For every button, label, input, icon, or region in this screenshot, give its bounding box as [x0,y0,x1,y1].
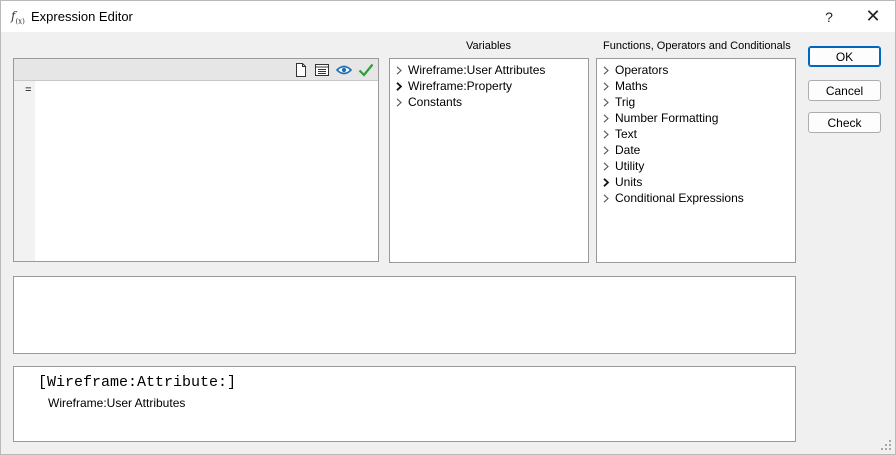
chevron-right-icon[interactable] [603,190,613,206]
chevron-right-bold-icon[interactable] [603,174,613,190]
tree-item-utility[interactable]: Utility [597,158,795,174]
tree-item-label: Maths [615,79,648,93]
tree-item-label: Number Formatting [615,111,719,125]
ok-button[interactable]: OK [808,46,881,67]
chevron-right-icon[interactable] [603,158,613,174]
functions-tree[interactable]: Operators Maths Trig Number Formatting Text D… [596,58,796,263]
chevron-right-bold-icon[interactable] [396,78,406,94]
chevron-right-icon[interactable] [603,126,613,142]
help-panel: [Wireframe:Attribute:] Wireframe:User At… [13,366,796,442]
tree-item-operators[interactable]: Operators [597,62,795,78]
editor-toolbar [14,59,378,81]
result-panel [13,276,796,354]
tree-item-label: Wireframe:User Attributes [408,63,546,77]
tree-item-units[interactable]: Units [597,174,795,190]
help-button[interactable]: ? [809,1,849,32]
eye-icon[interactable] [335,61,353,79]
tree-item-label: Date [615,143,641,157]
cancel-button[interactable]: Cancel [808,80,881,101]
tree-item-text[interactable]: Text [597,126,795,142]
new-document-icon[interactable] [292,61,310,79]
expression-text[interactable]: = [25,85,32,97]
resize-grip-icon[interactable] [880,439,892,451]
tree-item-constants[interactable]: Constants [390,94,588,110]
tree-item-label: Conditional Expressions [615,191,744,205]
list-view-icon[interactable] [313,61,331,79]
chevron-right-icon[interactable] [396,62,406,78]
tree-item-number-formatting[interactable]: Number Formatting [597,110,795,126]
chevron-right-icon[interactable] [603,62,613,78]
chevron-right-icon[interactable] [603,94,613,110]
expression-editor-window: f(x) Expression Editor ? ✕ = Variables W… [0,0,896,455]
window-title: Expression Editor [31,9,133,24]
tree-item-label: Wireframe:Property [408,79,513,93]
chevron-right-icon[interactable] [603,78,613,94]
tree-item-maths[interactable]: Maths [597,78,795,94]
help-description: Wireframe:User Attributes [48,396,186,410]
function-icon: f(x) [11,9,25,26]
tree-item-trig[interactable]: Trig [597,94,795,110]
functions-label: Functions, Operators and Conditionals [603,40,791,52]
tree-item-label: Trig [615,95,636,109]
tree-item-label: Operators [615,63,669,77]
variables-tree[interactable]: Wireframe:User Attributes Wireframe:Prope… [389,58,589,263]
tree-item-date[interactable]: Date [597,142,795,158]
chevron-right-icon[interactable] [603,142,613,158]
tree-item-wireframe-property[interactable]: Wireframe:Property [390,78,588,94]
title-bar: f(x) Expression Editor ? ✕ [1,1,895,32]
checkmark-icon[interactable] [357,61,375,79]
tree-item-conditional-expressions[interactable]: Conditional Expressions [597,190,795,206]
help-signature: [Wireframe:Attribute:] [38,374,237,391]
check-button[interactable]: Check [808,112,881,133]
chevron-right-icon[interactable] [396,94,406,110]
tree-item-label: Utility [615,159,645,173]
tree-item-label: Units [615,175,643,189]
close-button[interactable]: ✕ [853,1,893,32]
tree-item-label: Constants [408,95,463,109]
expression-editor[interactable]: = [13,58,379,262]
chevron-right-icon[interactable] [603,110,613,126]
variables-label: Variables [466,40,512,52]
tree-item-wireframe-user-attributes[interactable]: Wireframe:User Attributes [390,62,588,78]
tree-item-label: Text [615,127,638,141]
line-gutter [14,81,35,261]
